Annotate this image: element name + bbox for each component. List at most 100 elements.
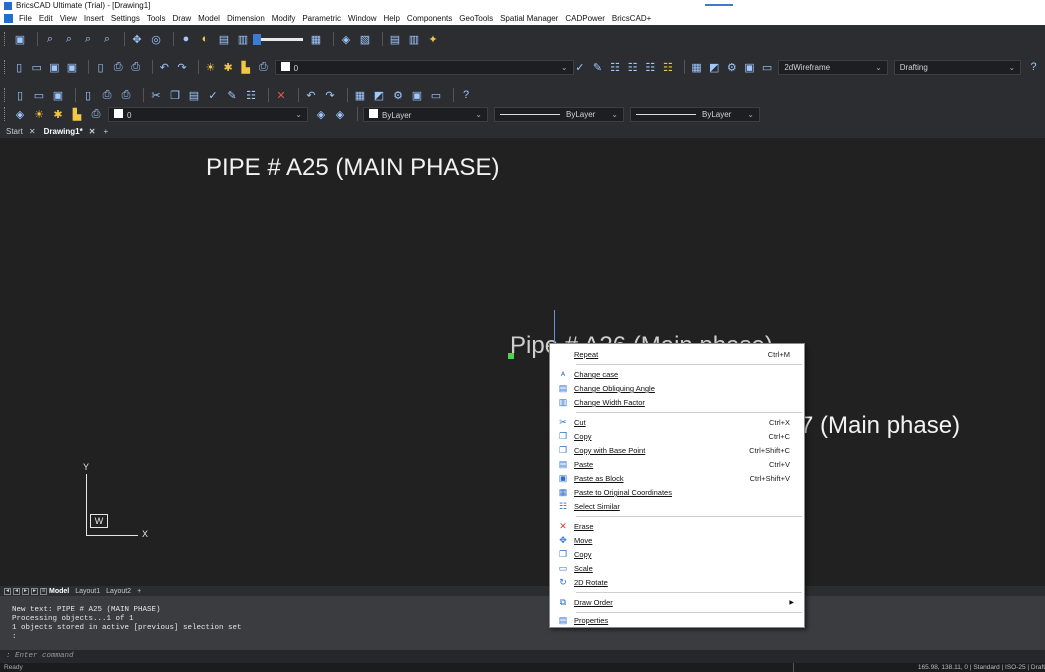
cad-text-a25[interactable]: PIPE # A25 (MAIN PHASE) xyxy=(206,154,499,182)
color-combo[interactable]: ByLayer ⌄ xyxy=(363,106,488,122)
menu-item-repeat[interactable]: Repeat Ctrl+M xyxy=(550,348,804,361)
table-icon[interactable]: ▦ xyxy=(690,60,703,74)
menu-window[interactable]: Window xyxy=(348,14,376,23)
new-icon[interactable]: ▯ xyxy=(13,60,26,74)
match-properties-icon[interactable]: ✓ xyxy=(206,88,220,102)
layer-combo-row3[interactable]: 0 ⌄ xyxy=(108,106,308,122)
layer-states-icon[interactable]: ☷ xyxy=(609,60,622,74)
hatch-icon[interactable]: ◩ xyxy=(372,88,386,102)
toolbar-grip[interactable] xyxy=(4,60,7,74)
publish-icon[interactable]: ⎙ xyxy=(129,60,142,74)
menu-help[interactable]: Help xyxy=(383,14,399,23)
menu-item-change-width-factor[interactable]: ▥ Change Width Factor xyxy=(550,396,804,409)
save-as-icon[interactable]: ▣ xyxy=(66,60,79,74)
library-icon[interactable]: ▥ xyxy=(407,32,421,46)
bim-icon[interactable]: ✦ xyxy=(426,32,440,46)
open-icon[interactable]: ▭ xyxy=(32,88,46,102)
layout-icon[interactable]: ▦ xyxy=(309,32,323,46)
layer-make-current-icon[interactable]: ◈ xyxy=(314,107,328,121)
menu-item-erase[interactable]: ✕ Erase xyxy=(550,520,804,533)
layer-freeze-icon[interactable]: ✱ xyxy=(51,107,65,121)
menu-parametric[interactable]: Parametric xyxy=(302,14,341,23)
transparency-slider[interactable] xyxy=(253,33,303,45)
menu-draw[interactable]: Draw xyxy=(173,14,192,23)
menu-item-select-similar[interactable]: ☷ Select Similar xyxy=(550,500,804,513)
linetype-combo[interactable]: ByLayer ⌄ xyxy=(494,106,624,122)
menu-components[interactable]: Components xyxy=(407,14,452,23)
next-layout-icon[interactable]: ▸ xyxy=(22,587,29,595)
cut-icon[interactable]: ✂ xyxy=(149,88,163,102)
print-preview-icon[interactable]: ▯ xyxy=(94,60,107,74)
workspace-combo[interactable]: Drafting ⌄ xyxy=(893,59,1022,75)
menu-item-paste[interactable]: ▤ Paste Ctrl+V xyxy=(550,458,804,471)
layer-previous-icon[interactable]: ✎ xyxy=(591,60,604,74)
menu-tools[interactable]: Tools xyxy=(147,14,166,23)
table-icon[interactable]: ▦ xyxy=(353,88,367,102)
menu-spatial-manager[interactable]: Spatial Manager xyxy=(500,14,558,23)
save-icon[interactable]: ▣ xyxy=(51,88,65,102)
pan-icon[interactable]: ✥ xyxy=(130,32,144,46)
tab-start[interactable]: Start ✕ xyxy=(6,127,36,136)
menu-insert[interactable]: Insert xyxy=(84,14,104,23)
help-icon[interactable]: ? xyxy=(1027,60,1040,74)
menu-item-copy-entity[interactable]: ❐ Copy xyxy=(550,548,804,561)
layer-isolate-icon[interactable]: ☷ xyxy=(644,60,657,74)
hide-icon[interactable]: ◐ xyxy=(198,32,212,46)
layer-freeze-icon[interactable]: ✱ xyxy=(222,60,235,74)
layer-previous-icon[interactable]: ◈ xyxy=(333,107,347,121)
menu-dimension[interactable]: Dimension xyxy=(227,14,265,23)
tab-layout2[interactable]: Layout2 xyxy=(106,588,131,595)
app-menu-icon[interactable] xyxy=(4,13,13,23)
menu-item-paste-to-original-coordinates[interactable]: ▦ Paste to Original Coordinates xyxy=(550,486,804,499)
settings-icon[interactable]: ⚙ xyxy=(391,88,405,102)
menu-item-properties[interactable]: ▤ Properties xyxy=(550,614,804,627)
print-preview-icon[interactable]: ▯ xyxy=(81,88,95,102)
menu-bricscad-plus[interactable]: BricsCAD+ xyxy=(612,14,651,23)
zoom-window-icon[interactable]: ▣ xyxy=(13,32,27,46)
layer-on-icon[interactable]: ☀ xyxy=(32,107,46,121)
explorer-icon[interactable]: ◈ xyxy=(339,32,353,46)
last-layout-icon[interactable]: ▸ xyxy=(31,587,38,595)
toolbar-grip[interactable] xyxy=(4,88,7,102)
hatch-icon[interactable]: ◩ xyxy=(708,60,721,74)
selection-grip[interactable] xyxy=(508,353,514,359)
properties-panel-icon[interactable]: ▧ xyxy=(358,32,372,46)
render-icon[interactable]: ▤ xyxy=(217,32,231,46)
menu-settings[interactable]: Settings xyxy=(111,14,140,23)
menu-geotools[interactable]: GeoTools xyxy=(459,14,493,23)
zoom-in-icon[interactable]: ⌕ xyxy=(62,32,76,46)
visual-style-icon[interactable]: ● xyxy=(179,32,193,46)
layer-combo[interactable]: 0 ⌄ xyxy=(274,59,574,75)
edit-icon[interactable]: ✎ xyxy=(225,88,239,102)
menu-item-draw-order[interactable]: ⧉ Draw Order ▶ xyxy=(550,596,804,609)
undo-icon[interactable]: ↶ xyxy=(158,60,171,74)
menu-view[interactable]: View xyxy=(60,14,77,23)
layer-on-icon[interactable]: ☀ xyxy=(204,60,217,74)
lineweight-combo[interactable]: ByLayer ⌄ xyxy=(630,106,760,122)
menu-model[interactable]: Model xyxy=(198,14,220,23)
zoom-realtime-icon[interactable]: ⌕ xyxy=(43,32,57,46)
settings-icon[interactable]: ⚙ xyxy=(725,60,738,74)
cad-text-a27[interactable]: 7 (Main phase) xyxy=(800,412,960,440)
layer-plot-icon[interactable]: ⎙ xyxy=(257,60,270,74)
menu-item-2d-rotate[interactable]: ↻ 2D Rotate xyxy=(550,576,804,589)
tab-model[interactable]: Model xyxy=(49,588,69,595)
layer-tool-icon[interactable]: ◈ xyxy=(13,107,27,121)
publish-icon[interactable]: ⎙ xyxy=(119,88,133,102)
save-icon[interactable]: ▣ xyxy=(48,60,61,74)
match-properties-icon[interactable]: ✓ xyxy=(574,60,587,74)
menu-item-move[interactable]: ✥ Move xyxy=(550,534,804,547)
print-icon[interactable]: ⎙ xyxy=(112,60,125,74)
menu-item-change-obliquing-angle[interactable]: ▤ Change Obliquing Angle xyxy=(550,382,804,395)
paste-icon[interactable]: ▤ xyxy=(187,88,201,102)
menu-item-copy-with-base-point[interactable]: ❐ Copy with Base Point Ctrl+Shift+C xyxy=(550,444,804,457)
block-icon[interactable]: ▣ xyxy=(743,60,756,74)
menu-file[interactable]: File xyxy=(19,14,32,23)
toolbar-grip[interactable] xyxy=(4,107,7,121)
drawing-explorer-icon[interactable]: ▤ xyxy=(388,32,402,46)
layer-lock-icon[interactable]: ▙ xyxy=(70,107,84,121)
layer-plot-icon[interactable]: ⎙ xyxy=(89,107,103,121)
add-layout-button[interactable]: + xyxy=(137,588,141,595)
quick-select-icon[interactable]: ☷ xyxy=(244,88,258,102)
erase-icon[interactable]: ✕ xyxy=(274,88,288,102)
